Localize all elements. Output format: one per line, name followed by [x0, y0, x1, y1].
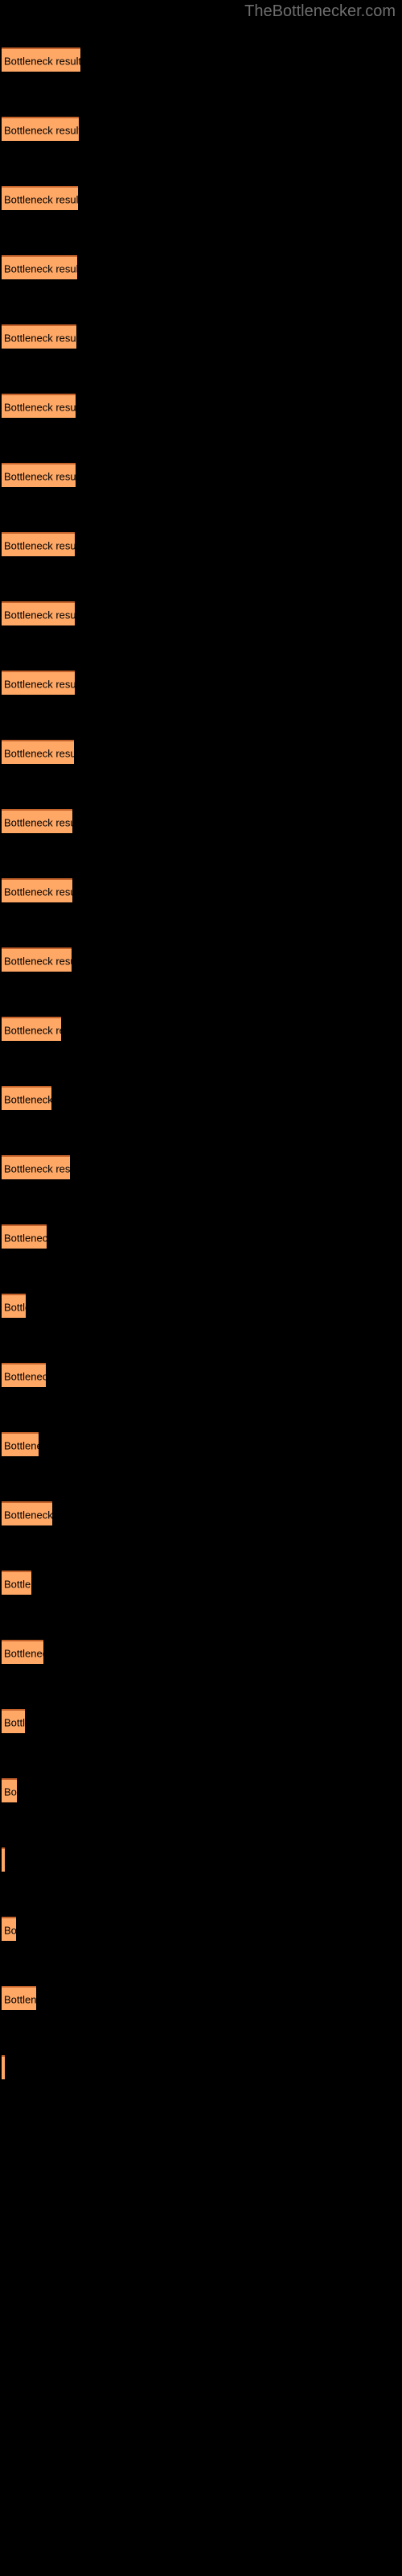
bar-row: Bottleneck result [0, 117, 402, 141]
bar-row: Bottleneck result [0, 532, 402, 556]
bar-label: Bottleneck result [4, 609, 75, 621]
bottleneck-chart: TheBottlenecker.com Bottleneck result Bot… [0, 0, 402, 2576]
bar-row: Bottleneck result [0, 809, 402, 833]
bottleneck-result-bar[interactable]: Bottleneck result [2, 947, 72, 972]
bar-list: Bottleneck result Bottleneck result Bottle… [0, 0, 402, 2576]
bar-label: Bottleneck result [4, 401, 76, 414]
bottleneck-result-bar[interactable]: Bottleneck result [2, 186, 78, 210]
bottleneck-result-bar[interactable]: Bottleneck result [2, 1571, 31, 1595]
bar-row: Bottleneck result [0, 1709, 402, 1733]
bar-row: Bottleneck result [0, 1986, 402, 2010]
bar-label: Bottleneck result [4, 1439, 39, 1452]
bar-label: Bottleneck result [4, 1993, 36, 2006]
bar-label: Bottleneck result [4, 1093, 51, 1106]
bar-label: Bottleneck result [4, 1716, 25, 1729]
bottleneck-result-bar[interactable]: Bottleneck result [2, 1917, 16, 1941]
bottleneck-result-bar[interactable]: Bottleneck result [2, 394, 76, 418]
bottleneck-result-bar[interactable]: Bottleneck result [2, 671, 75, 695]
bar-row: Bottleneck result [0, 1432, 402, 1456]
bottleneck-result-bar[interactable]: Bottleneck result [2, 324, 76, 349]
bottleneck-result-bar[interactable]: Bottleneck result [2, 1986, 36, 2010]
bottleneck-result-bar[interactable]: Bottleneck result [2, 1847, 5, 1872]
bar-label: Bottleneck result [4, 1162, 70, 1175]
bar-row: Bottleneck result [0, 671, 402, 695]
bottleneck-result-bar[interactable]: Bottleneck result [2, 1017, 61, 1041]
bar-label: Bottleneck result [4, 1578, 31, 1591]
bar-row: Bottleneck result [0, 1155, 402, 1179]
bar-row: Bottleneck result [0, 1086, 402, 1110]
bar-row: Bottleneck result [0, 394, 402, 418]
bar-row: Bottleneck result [0, 324, 402, 349]
bottleneck-result-bar[interactable]: Bottleneck result [2, 1640, 43, 1664]
bottleneck-result-bar[interactable]: Bottleneck result [2, 601, 75, 625]
bottleneck-result-bar[interactable]: Bottleneck result [2, 878, 72, 902]
bar-row: Bottleneck result [0, 1224, 402, 1249]
bar-label: Bottleneck result [4, 1509, 52, 1521]
bar-row: Bottleneck result [0, 1571, 402, 1595]
bar-row: Bottleneck result [0, 255, 402, 279]
bottleneck-result-bar[interactable]: Bottleneck result [2, 255, 77, 279]
bar-label: Bottleneck result [4, 678, 75, 691]
bar-row: Bottleneck result [0, 878, 402, 902]
bottleneck-result-bar[interactable]: Bottleneck result [2, 1224, 47, 1249]
bar-label: Bottleneck result [4, 1856, 5, 1868]
bottleneck-result-bar[interactable]: Bottleneck result [2, 463, 76, 487]
bottleneck-result-bar[interactable]: Bottleneck result [2, 1432, 39, 1456]
bar-row: Bottleneck result [0, 463, 402, 487]
bottleneck-result-bar[interactable]: Bottleneck result [2, 740, 74, 764]
bottleneck-result-bar[interactable]: Bottleneck result [2, 809, 72, 833]
bar-label: Bottleneck result [4, 955, 72, 968]
bar-row: Bottleneck result [0, 1294, 402, 1318]
bottleneck-result-bar[interactable]: Bottleneck result [2, 47, 80, 72]
bar-label: Bottleneck result [4, 1232, 47, 1245]
bar-row: Bottleneck result [0, 1847, 402, 1872]
bar-label: Bottleneck result [4, 470, 76, 483]
bar-label: Bottleneck result [4, 886, 72, 898]
bottleneck-result-bar[interactable]: Bottleneck result [2, 532, 75, 556]
bottleneck-result-bar[interactable]: Bottleneck result [2, 1294, 26, 1318]
bottleneck-result-bar[interactable]: Bottleneck result [2, 117, 79, 141]
bar-label: Bottleneck result [4, 1370, 46, 1383]
bar-row: Bottleneck result [0, 1017, 402, 1041]
bar-row: Bottleneck result [0, 1917, 402, 1941]
bar-row: Bottleneck result [0, 1640, 402, 1664]
bar-label: Bottleneck result [4, 193, 78, 206]
bar-label: Bottleneck result [4, 1924, 16, 1937]
bottleneck-result-bar[interactable]: Bottleneck result [2, 1778, 17, 1802]
bar-row: Bottleneck result [0, 1501, 402, 1525]
bar-label: Bottleneck result [4, 2063, 5, 2075]
bar-row: Bottleneck result [0, 1363, 402, 1387]
bar-row: Bottleneck result [0, 947, 402, 972]
bar-label: Bottleneck result [4, 816, 72, 829]
bar-row: Bottleneck result [0, 2055, 402, 2079]
bar-label: Bottleneck result [4, 55, 80, 68]
bottleneck-result-bar[interactable]: Bottleneck result [2, 1086, 51, 1110]
bar-label: Bottleneck result [4, 1647, 43, 1660]
bar-row: Bottleneck result [0, 601, 402, 625]
bar-label: Bottleneck result [4, 1301, 26, 1314]
bottleneck-result-bar[interactable]: Bottleneck result [2, 1709, 25, 1733]
bar-row: Bottleneck result [0, 47, 402, 72]
bar-row: Bottleneck result [0, 1778, 402, 1802]
bar-row: Bottleneck result [0, 186, 402, 210]
bottleneck-result-bar[interactable]: Bottleneck result [2, 1155, 70, 1179]
bar-label: Bottleneck result [4, 1024, 61, 1037]
bottleneck-result-bar[interactable]: Bottleneck result [2, 2055, 5, 2079]
bar-label: Bottleneck result [4, 539, 75, 552]
bar-label: Bottleneck result [4, 124, 79, 137]
bar-label: Bottleneck result [4, 332, 76, 345]
bar-row: Bottleneck result [0, 740, 402, 764]
bar-label: Bottleneck result [4, 262, 77, 275]
bottleneck-result-bar[interactable]: Bottleneck result [2, 1501, 52, 1525]
bottleneck-result-bar[interactable]: Bottleneck result [2, 1363, 46, 1387]
bar-label: Bottleneck result [4, 747, 74, 760]
bar-label: Bottleneck result [4, 1785, 17, 1798]
